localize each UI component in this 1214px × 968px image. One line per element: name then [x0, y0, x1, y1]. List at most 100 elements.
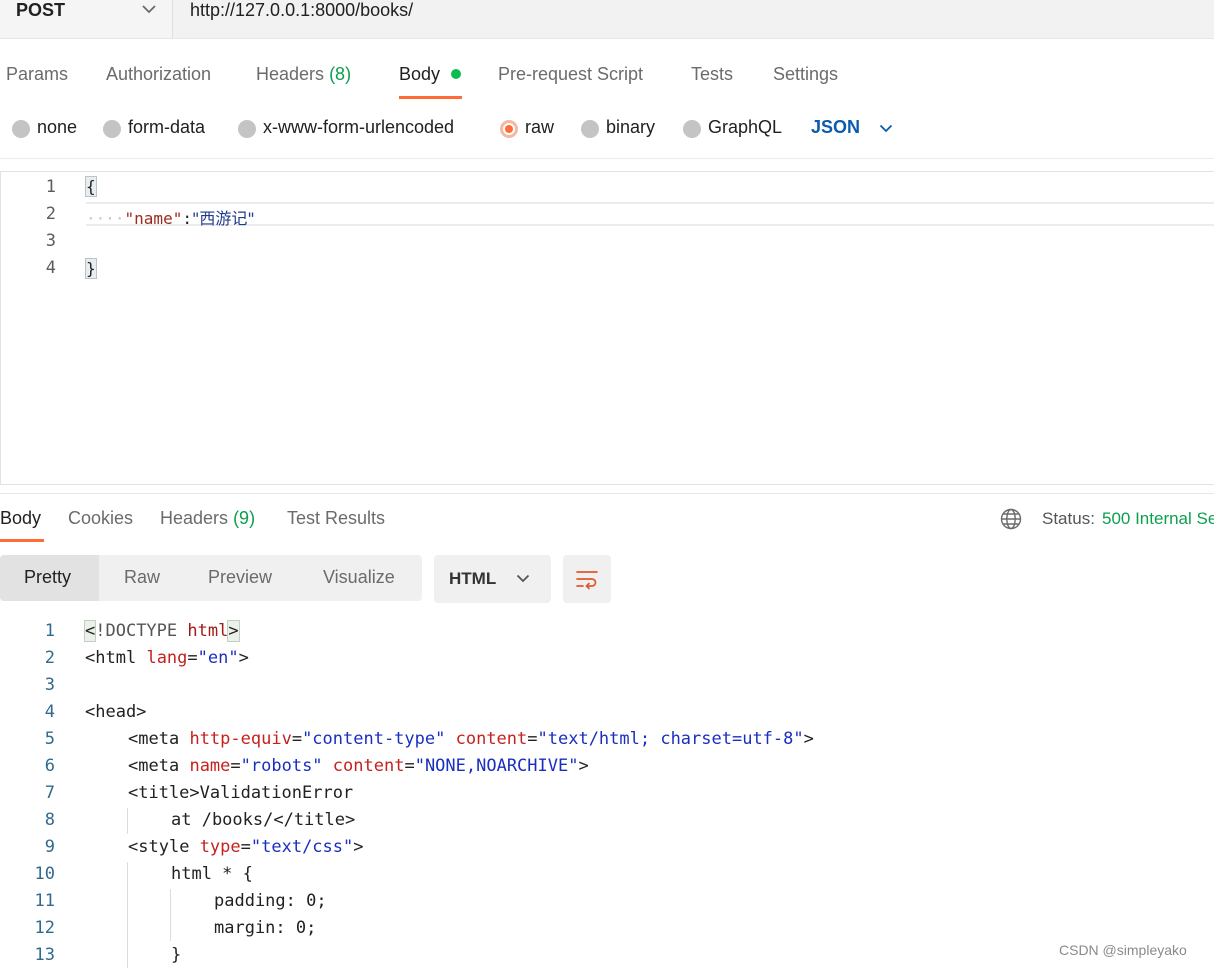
- json-key: "name": [124, 209, 183, 228]
- view-mode-pretty[interactable]: Pretty: [24, 567, 71, 588]
- code-token: <: [128, 837, 139, 857]
- code-line: <style type="text/css">: [128, 837, 364, 857]
- radio-raw-label[interactable]: raw: [525, 117, 554, 138]
- code-token: content: [332, 756, 405, 776]
- response-tab-headers-label: Headers: [160, 508, 229, 528]
- line-number: 1: [45, 177, 56, 197]
- radio-graphql-label[interactable]: GraphQL: [708, 117, 782, 138]
- code-token: "en": [197, 648, 239, 668]
- line-number: 2: [45, 204, 56, 224]
- radio-binary[interactable]: [581, 120, 599, 138]
- line-number: 2: [44, 648, 55, 668]
- line-number: 7: [44, 783, 55, 803]
- code-token: >: [578, 756, 589, 776]
- line-number: 4: [45, 258, 56, 278]
- code-line: {: [85, 176, 97, 197]
- radio-urlencoded[interactable]: [238, 120, 256, 138]
- pane-splitter[interactable]: [0, 493, 1214, 494]
- code-token: >: [238, 648, 249, 668]
- radio-urlencoded-label[interactable]: x-www-form-urlencoded: [263, 117, 454, 138]
- line-number: 8: [44, 810, 55, 830]
- code-token: >: [227, 620, 240, 642]
- code-token: "text/html; charset=utf-8": [537, 729, 804, 749]
- radio-none-label[interactable]: none: [37, 117, 77, 138]
- tab-headers[interactable]: Headers (8): [256, 64, 351, 85]
- chevron-down-icon[interactable]: [141, 4, 157, 14]
- code-line: }: [171, 945, 182, 965]
- code-token: >: [803, 729, 814, 749]
- code-token: !DOCTYPE: [95, 621, 178, 641]
- status-value[interactable]: 500 Internal Se: [1102, 509, 1214, 529]
- url-input[interactable]: http://127.0.0.1:8000/books/: [190, 0, 413, 21]
- radio-none[interactable]: [12, 120, 30, 138]
- tab-tests[interactable]: Tests: [691, 64, 733, 85]
- radio-binary-label[interactable]: binary: [606, 117, 655, 138]
- code-line: }: [85, 258, 97, 279]
- tab-pre-request-script[interactable]: Pre-request Script: [498, 64, 643, 85]
- code-token: content: [455, 729, 528, 749]
- line-number: 11: [34, 891, 55, 911]
- line-number: 3: [45, 231, 56, 251]
- line-number: 6: [44, 756, 55, 776]
- code-token: http-equiv: [189, 729, 292, 749]
- method-label: POST: [16, 0, 66, 20]
- code-line: margin: 0;: [214, 918, 317, 938]
- chevron-down-icon[interactable]: [879, 124, 893, 133]
- line-number: 9: [44, 837, 55, 857]
- radio-raw[interactable]: [500, 120, 518, 138]
- indent-guide: [170, 889, 171, 941]
- code-token: "NONE,NOARCHIVE": [414, 756, 579, 776]
- radio-graphql[interactable]: [683, 120, 701, 138]
- line-number: 1: [44, 621, 55, 641]
- code-token: <: [83, 620, 97, 642]
- code-token: lang: [146, 648, 188, 668]
- code-token: "text/css": [250, 837, 354, 857]
- radio-form-data[interactable]: [103, 120, 121, 138]
- json-colon: :: [182, 209, 192, 228]
- code-line: <title>ValidationError: [128, 783, 354, 803]
- tab-params[interactable]: Params: [6, 64, 68, 85]
- code-token: <: [128, 756, 139, 776]
- response-tab-headers[interactable]: Headers (9): [160, 508, 255, 529]
- code-token: <: [85, 648, 96, 668]
- line-number: 3: [44, 675, 55, 695]
- headers-count: (8): [329, 64, 352, 84]
- line-number: 13: [34, 945, 55, 965]
- globe-icon[interactable]: [1000, 508, 1022, 530]
- view-mode-raw[interactable]: Raw: [124, 567, 160, 588]
- line-number: 4: [44, 702, 55, 722]
- code-line: ····"name":"西游记": [86, 205, 255, 229]
- line-number: 12: [34, 918, 55, 938]
- url-bar: [0, 0, 1214, 39]
- code-token: meta: [138, 729, 180, 749]
- json-value: "西游记": [191, 209, 255, 228]
- code-token: style: [138, 837, 190, 857]
- body-format-select[interactable]: JSON: [811, 117, 860, 138]
- response-tab-cookies[interactable]: Cookies: [68, 508, 133, 529]
- code-token: >: [353, 837, 364, 857]
- tab-settings[interactable]: Settings: [773, 64, 838, 85]
- radio-form-data-label[interactable]: form-data: [128, 117, 205, 138]
- active-tab-underline: [399, 96, 462, 99]
- code-token: html: [95, 648, 137, 668]
- code-token: html: [187, 621, 229, 641]
- code-token: meta: [138, 756, 180, 776]
- response-tab-test-results[interactable]: Test Results: [287, 508, 385, 529]
- tab-headers-label: Headers: [256, 64, 325, 84]
- code-line: padding: 0;: [214, 891, 327, 911]
- indent-guide: ····: [86, 209, 125, 228]
- view-mode-visualize[interactable]: Visualize: [323, 567, 395, 588]
- active-tab-underline: [0, 539, 44, 542]
- code-token: name: [189, 756, 231, 776]
- response-headers-count: (9): [233, 508, 256, 528]
- view-mode-preview[interactable]: Preview: [208, 567, 272, 588]
- tab-authorization[interactable]: Authorization: [106, 64, 211, 85]
- code-line: <html lang="en">: [85, 648, 249, 668]
- response-tab-body[interactable]: Body: [0, 508, 41, 529]
- code-line: <meta http-equiv="content-type" content=…: [128, 729, 814, 749]
- open-brace: {: [85, 176, 97, 197]
- tab-body[interactable]: Body: [399, 64, 440, 85]
- indent-guide: [127, 862, 128, 968]
- watermark: CSDN @simpleyako: [1059, 942, 1187, 958]
- close-brace: }: [85, 258, 97, 279]
